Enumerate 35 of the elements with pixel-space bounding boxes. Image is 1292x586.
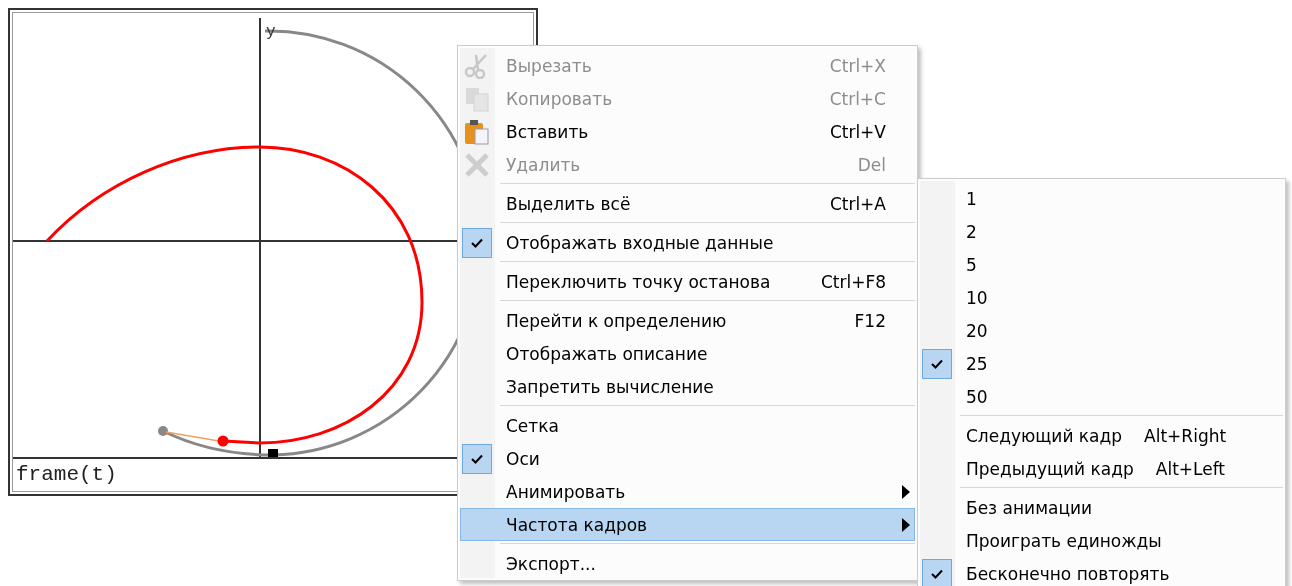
menu-item[interactable]: Отображать описание bbox=[460, 337, 915, 370]
submenu-arrow-icon bbox=[902, 518, 910, 532]
clipboard-icon bbox=[464, 118, 490, 145]
menu-item[interactable]: Предыдущий кадр Alt+Left bbox=[920, 452, 1283, 485]
menu-item[interactable]: Анимировать bbox=[460, 475, 915, 508]
menu-item[interactable]: Запретить вычисление bbox=[460, 370, 915, 403]
scissors-icon bbox=[464, 52, 490, 79]
menu-item[interactable]: Выделить всё Ctrl+A bbox=[460, 187, 915, 220]
menu-item[interactable]: 5 bbox=[920, 248, 1283, 281]
menu-item[interactable]: 20 bbox=[920, 314, 1283, 347]
square-marker bbox=[268, 449, 278, 459]
menu-item[interactable]: Без анимации bbox=[920, 491, 1283, 524]
submenu-arrow-icon bbox=[902, 485, 910, 499]
connector-line bbox=[165, 431, 220, 442]
menu-item[interactable]: Переключить точку останова Ctrl+F8 bbox=[460, 265, 915, 298]
menu-item[interactable]: 50 bbox=[920, 380, 1283, 413]
target-point bbox=[158, 426, 168, 436]
menu-item[interactable]: Перейти к определению F12 bbox=[460, 304, 915, 337]
menu-item[interactable]: Сетка bbox=[460, 409, 915, 442]
delete-icon bbox=[464, 151, 490, 178]
copy-icon bbox=[464, 85, 490, 112]
menu-item[interactable]: Следующий кадр Alt+Right bbox=[920, 419, 1283, 452]
menu-item[interactable]: Вставить Ctrl+V bbox=[460, 115, 915, 148]
moving-point bbox=[217, 435, 229, 447]
menu-item[interactable]: 1 bbox=[920, 182, 1283, 215]
menu-item[interactable]: Бесконечно повторять bbox=[920, 557, 1283, 586]
expression-text: frame(t) bbox=[15, 462, 118, 486]
menu-item[interactable]: Проиграть единожды bbox=[920, 524, 1283, 557]
menu-item[interactable]: 2 bbox=[920, 215, 1283, 248]
menu-item[interactable]: Оси bbox=[460, 442, 915, 475]
menu-item[interactable]: Экспорт... bbox=[460, 547, 915, 580]
menu-item[interactable]: Отображать входные данные bbox=[460, 226, 915, 259]
menu-item[interactable]: Частота кадров bbox=[460, 508, 915, 541]
menu-item[interactable]: 25 bbox=[920, 347, 1283, 380]
menu-item[interactable]: 10 bbox=[920, 281, 1283, 314]
